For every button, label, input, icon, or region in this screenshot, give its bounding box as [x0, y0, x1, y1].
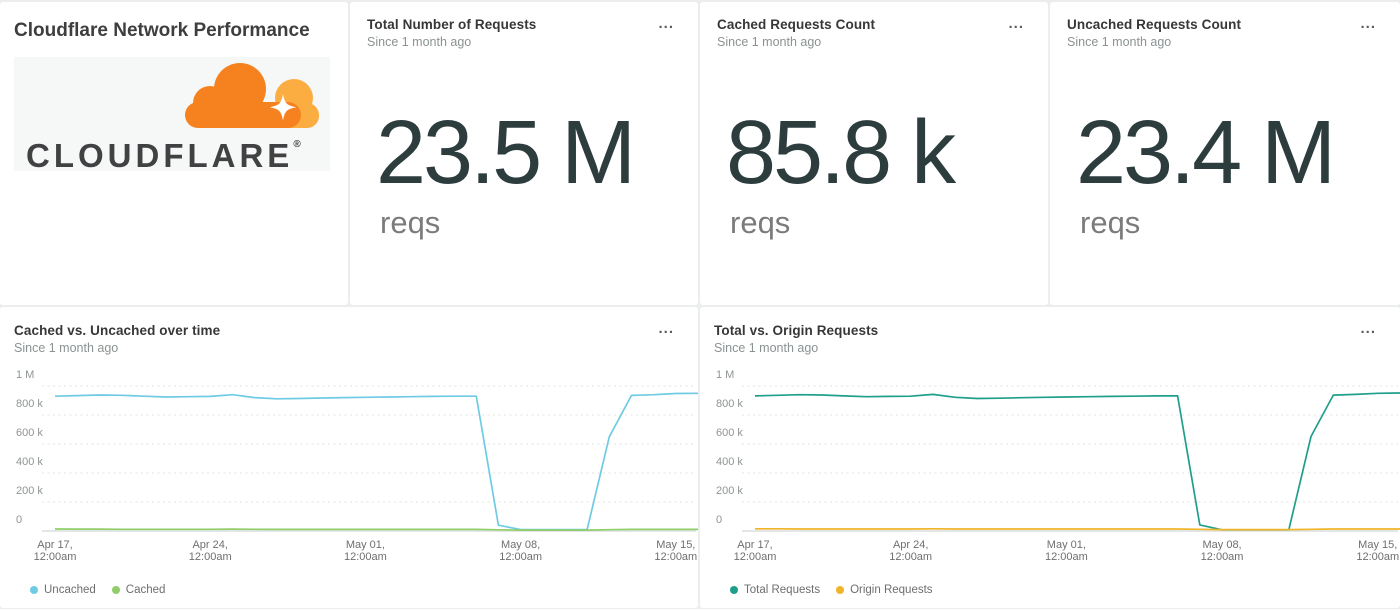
legend-label: Uncached: [44, 584, 96, 596]
widget-subtitle: Since 1 month ago: [367, 35, 658, 49]
widget-menu-button[interactable]: ...: [654, 317, 678, 340]
x-axis: Apr 17,12:00am Apr 24,12:00am May 01,12:00…: [700, 540, 1400, 568]
line-plot: 1 M800 k600 k400 k200 k0: [700, 377, 1400, 535]
y-axis-label: 400 k: [16, 456, 43, 470]
y-axis-label: 200 k: [716, 485, 743, 499]
legend-label: Origin Requests: [850, 584, 932, 596]
chart-canvas: [700, 377, 1400, 535]
cloudflare-logo: CLOUDFLARE®: [14, 57, 330, 171]
metric-unit: reqs: [730, 205, 790, 241]
widget-menu-button[interactable]: ...: [1356, 317, 1380, 340]
widget-header: Total Number of Requests Since 1 month a…: [367, 17, 658, 49]
x-axis-label: Apr 17,12:00am: [19, 540, 91, 563]
series-line-uncached: [55, 393, 698, 529]
x-axis-label: May 01,12:00am: [1030, 540, 1102, 563]
x-axis-label: May 08,12:00am: [1186, 540, 1258, 563]
legend-label: Total Requests: [744, 584, 820, 596]
y-axis-label: 200 k: [16, 485, 43, 499]
legend-item-total-requests[interactable]: Total Requests: [730, 584, 820, 596]
widget-subtitle: Since 1 month ago: [717, 35, 1008, 49]
cloudflare-cloud-icon: [172, 61, 325, 133]
metric-unit: reqs: [380, 205, 440, 241]
legend-item-cached[interactable]: Cached: [112, 584, 166, 596]
widget-subtitle: Since 1 month ago: [714, 341, 1360, 355]
series-line-origin-requests: [755, 529, 1400, 530]
card-total-requests: Total Number of Requests Since 1 month a…: [350, 2, 698, 305]
legend-item-origin-requests[interactable]: Origin Requests: [836, 584, 932, 596]
dashboard: Cloudflare Network Performance CLOUDFLAR…: [0, 0, 1400, 609]
legend-dot-icon: [730, 586, 738, 594]
widget-title: Cached Requests Count: [717, 17, 1008, 32]
y-axis-label: 0: [16, 514, 22, 528]
series-line-cached: [55, 529, 698, 530]
x-axis-label: May 08,12:00am: [485, 540, 557, 563]
page-title: Cloudflare Network Performance: [14, 20, 310, 42]
cloudflare-wordmark: CLOUDFLARE®: [26, 137, 301, 175]
widget-title: Total Number of Requests: [367, 17, 658, 32]
top-row: Cloudflare Network Performance CLOUDFLAR…: [0, 2, 1400, 305]
widget-menu-button[interactable]: ...: [1356, 12, 1380, 35]
legend-label: Cached: [126, 584, 166, 596]
x-axis-label: Apr 24,12:00am: [875, 540, 947, 563]
metric-unit: reqs: [1080, 205, 1140, 241]
widget-title: Uncached Requests Count: [1067, 17, 1360, 32]
widget-title: Cached vs. Uncached over time: [14, 323, 658, 338]
widget-subtitle: Since 1 month ago: [14, 341, 658, 355]
chart-cached-vs-uncached: Cached vs. Uncached over time Since 1 mo…: [0, 307, 698, 608]
widget-header: Uncached Requests Count Since 1 month ag…: [1067, 17, 1360, 49]
widget-title: Total vs. Origin Requests: [714, 323, 1360, 338]
y-axis-label: 600 k: [16, 427, 43, 441]
chart-legend: Uncached Cached: [30, 584, 165, 596]
legend-dot-icon: [836, 586, 844, 594]
legend-item-uncached[interactable]: Uncached: [30, 584, 96, 596]
series-line-total-requests: [755, 393, 1400, 530]
metric-value: 85.8 k: [726, 102, 953, 205]
legend-dot-icon: [30, 586, 38, 594]
widget-menu-button[interactable]: ...: [1004, 12, 1028, 35]
y-axis-label: 1 M: [16, 369, 34, 383]
widget-header: Cached Requests Count Since 1 month ago: [717, 17, 1008, 49]
registered-mark: ®: [293, 139, 300, 150]
widget-header: Cached vs. Uncached over time Since 1 mo…: [14, 323, 658, 355]
widget-header: Total vs. Origin Requests Since 1 month …: [714, 323, 1360, 355]
line-plot: 1 M800 k600 k400 k200 k0: [0, 377, 698, 535]
card-cached-requests: Cached Requests Count Since 1 month ago …: [700, 2, 1048, 305]
chart-area[interactable]: 1 M800 k600 k400 k200 k0 Apr 17,12:00amA…: [700, 377, 1400, 608]
bottom-row: Cached vs. Uncached over time Since 1 mo…: [0, 307, 1400, 608]
y-axis-label: 0: [716, 514, 722, 528]
y-axis-label: 800 k: [716, 398, 743, 412]
card-uncached-requests: Uncached Requests Count Since 1 month ag…: [1050, 2, 1400, 305]
y-axis-label: 600 k: [716, 427, 743, 441]
dashboard-title-panel: Cloudflare Network Performance CLOUDFLAR…: [0, 2, 348, 305]
chart-legend: Total Requests Origin Requests: [730, 584, 933, 596]
x-axis-label: Apr 24,12:00am: [174, 540, 246, 563]
y-axis-label: 400 k: [716, 456, 743, 470]
x-axis-label: May 01,12:00am: [329, 540, 401, 563]
chart-canvas: [0, 377, 698, 535]
chart-area[interactable]: 1 M800 k600 k400 k200 k0 Apr 17,12:00amA…: [0, 377, 698, 608]
y-axis-label: 1 M: [716, 369, 734, 383]
legend-dot-icon: [112, 586, 120, 594]
metric-value: 23.5 M: [376, 102, 633, 205]
widget-subtitle: Since 1 month ago: [1067, 35, 1360, 49]
x-axis-label: May 15,12:00am: [1342, 540, 1400, 563]
x-axis: Apr 17,12:00am Apr 24,12:00am May 01,12:00…: [0, 540, 698, 568]
x-axis-label: Apr 17,12:00am: [719, 540, 791, 563]
widget-menu-button[interactable]: ...: [654, 12, 678, 35]
y-axis-label: 800 k: [16, 398, 43, 412]
metric-value: 23.4 M: [1076, 102, 1333, 205]
x-axis-label: May 15,12:00am: [640, 540, 698, 563]
chart-total-vs-origin: Total vs. Origin Requests Since 1 month …: [700, 307, 1400, 608]
